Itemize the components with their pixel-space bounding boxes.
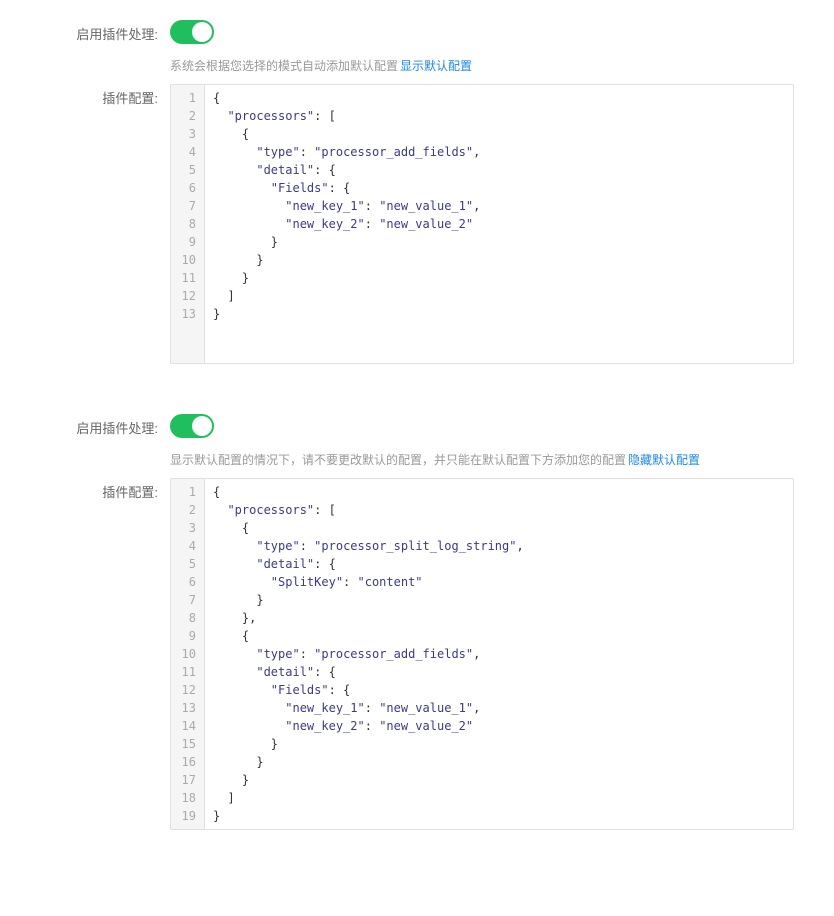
code-body[interactable]: { "processors": [ { "type": "processor_s… <box>205 479 793 829</box>
toggle-content: 系统会根据您选择的模式自动添加默认配置显示默认配置 <box>170 20 794 76</box>
plugin-section-show: 启用插件处理: 系统会根据您选择的模式自动添加默认配置显示默认配置 插件配置: … <box>40 20 794 364</box>
gutter: 12345678910111213 <box>171 85 205 363</box>
toggle-content: 显示默认配置的情况下，请不要更改默认的配置，并只能在默认配置下方添加您的配置隐藏… <box>170 414 794 470</box>
show-default-config-link[interactable]: 显示默认配置 <box>400 59 472 73</box>
plugin-section-hide: 启用插件处理: 显示默认配置的情况下，请不要更改默认的配置，并只能在默认配置下方… <box>40 414 794 830</box>
config-label: 插件配置: <box>40 84 170 107</box>
config-label: 插件配置: <box>40 478 170 501</box>
config-content: 12345678910111213 { "processors": [ { "t… <box>170 84 794 364</box>
hint-text: 显示默认配置的情况下，请不要更改默认的配置，并只能在默认配置下方添加您的配置 <box>170 453 626 467</box>
toggle-row: 启用插件处理: 显示默认配置的情况下，请不要更改默认的配置，并只能在默认配置下方… <box>40 414 794 470</box>
hide-default-config-link[interactable]: 隐藏默认配置 <box>628 453 700 467</box>
toggle-label: 启用插件处理: <box>40 414 170 437</box>
gutter: 12345678910111213141516171819 <box>171 479 205 829</box>
hint-row: 显示默认配置的情况下，请不要更改默认的配置，并只能在默认配置下方添加您的配置隐藏… <box>170 451 794 470</box>
toggle-label: 启用插件处理: <box>40 20 170 43</box>
enable-plugin-toggle[interactable] <box>170 414 214 438</box>
enable-plugin-toggle[interactable] <box>170 20 214 44</box>
hint-text: 系统会根据您选择的模式自动添加默认配置 <box>170 59 398 73</box>
config-row: 插件配置: 12345678910111213 { "processors": … <box>40 84 794 364</box>
config-row: 插件配置: 12345678910111213141516171819 { "p… <box>40 478 794 830</box>
toggle-row: 启用插件处理: 系统会根据您选择的模式自动添加默认配置显示默认配置 <box>40 20 794 76</box>
code-editor[interactable]: 12345678910111213 { "processors": [ { "t… <box>170 84 794 364</box>
code-body[interactable]: { "processors": [ { "type": "processor_a… <box>205 85 793 363</box>
config-content: 12345678910111213141516171819 { "process… <box>170 478 794 830</box>
hint-row: 系统会根据您选择的模式自动添加默认配置显示默认配置 <box>170 57 794 76</box>
code-editor[interactable]: 12345678910111213141516171819 { "process… <box>170 478 794 830</box>
